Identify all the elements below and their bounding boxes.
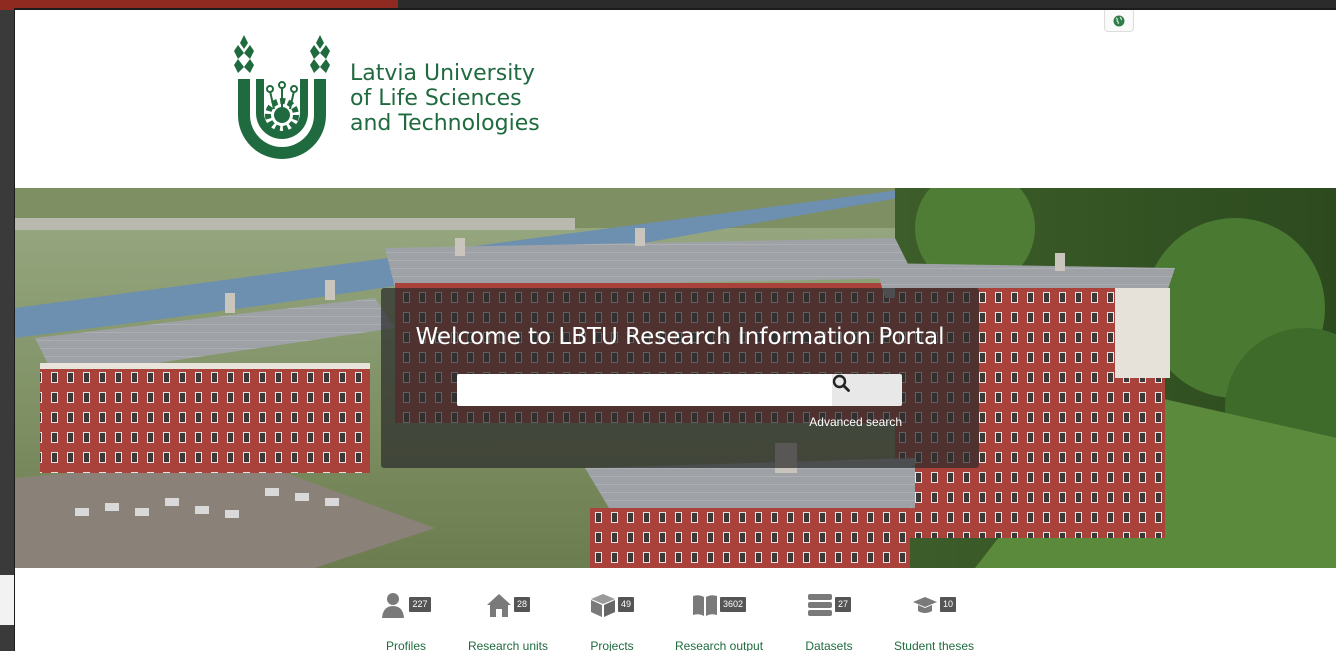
student-theses-label: Student theses <box>893 639 975 651</box>
browser-page: Latvia University of Life Sciences and T… <box>14 8 1336 651</box>
advanced-search-link[interactable]: Advanced search <box>801 415 902 429</box>
research-output-count-badge: 3602 <box>719 597 747 612</box>
university-name-line-1: Latvia University <box>350 60 535 86</box>
profiles-count-badge: 227 <box>409 597 431 612</box>
house-icon <box>486 593 511 617</box>
category-student-theses[interactable]: 10 Student theses <box>891 568 977 651</box>
graduation-cap-icon <box>912 596 937 613</box>
university-logo[interactable]: Latvia University of Life Sciences and T… <box>230 28 560 168</box>
university-name-line-2: of Life Sciences <box>350 85 522 111</box>
site-header: Latvia University of Life Sciences and T… <box>15 10 1336 188</box>
university-name: Latvia University of Life Sciences and T… <box>350 61 540 136</box>
category-research-units[interactable]: 28 Research units <box>464 568 552 651</box>
search-panel: Welcome to LBTU Research Information Por… <box>381 288 979 468</box>
datasets-label: Datasets <box>805 639 853 651</box>
hero-banner: Welcome to LBTU Research Information Por… <box>15 188 1336 568</box>
search-icon <box>832 374 850 392</box>
welcome-heading: Welcome to LBTU Research Information Por… <box>415 324 945 350</box>
database-icon <box>807 593 832 616</box>
student-theses-count-badge: 10 <box>939 597 956 612</box>
category-projects[interactable]: 49 Projects <box>582 568 642 651</box>
lbtu-emblem-icon <box>234 35 330 159</box>
globe-icon <box>1113 15 1125 26</box>
person-icon <box>382 592 405 618</box>
projects-label: Projects <box>590 639 634 651</box>
university-name-line-3: and Technologies <box>350 110 540 136</box>
book-icon <box>692 594 717 616</box>
research-units-label: Research units <box>467 639 549 651</box>
research-output-label: Research output <box>674 639 764 651</box>
background-window-edge <box>0 10 14 651</box>
datasets-count-badge: 27 <box>834 597 851 612</box>
profiles-label: Profiles <box>385 639 426 651</box>
category-datasets[interactable]: 27 Datasets <box>799 568 859 651</box>
research-units-count-badge: 28 <box>513 597 530 612</box>
category-research-output[interactable]: 3602 Research output <box>671 568 767 651</box>
category-bar: 227 Profiles 28 Research units 49 Projec… <box>15 568 1336 651</box>
category-profiles[interactable]: 227 Profiles <box>371 568 441 651</box>
cube-icon <box>590 593 615 617</box>
search-input[interactable] <box>457 374 832 406</box>
language-selector[interactable] <box>1104 10 1134 32</box>
search-button[interactable] <box>832 374 902 406</box>
projects-count-badge: 49 <box>617 597 634 612</box>
